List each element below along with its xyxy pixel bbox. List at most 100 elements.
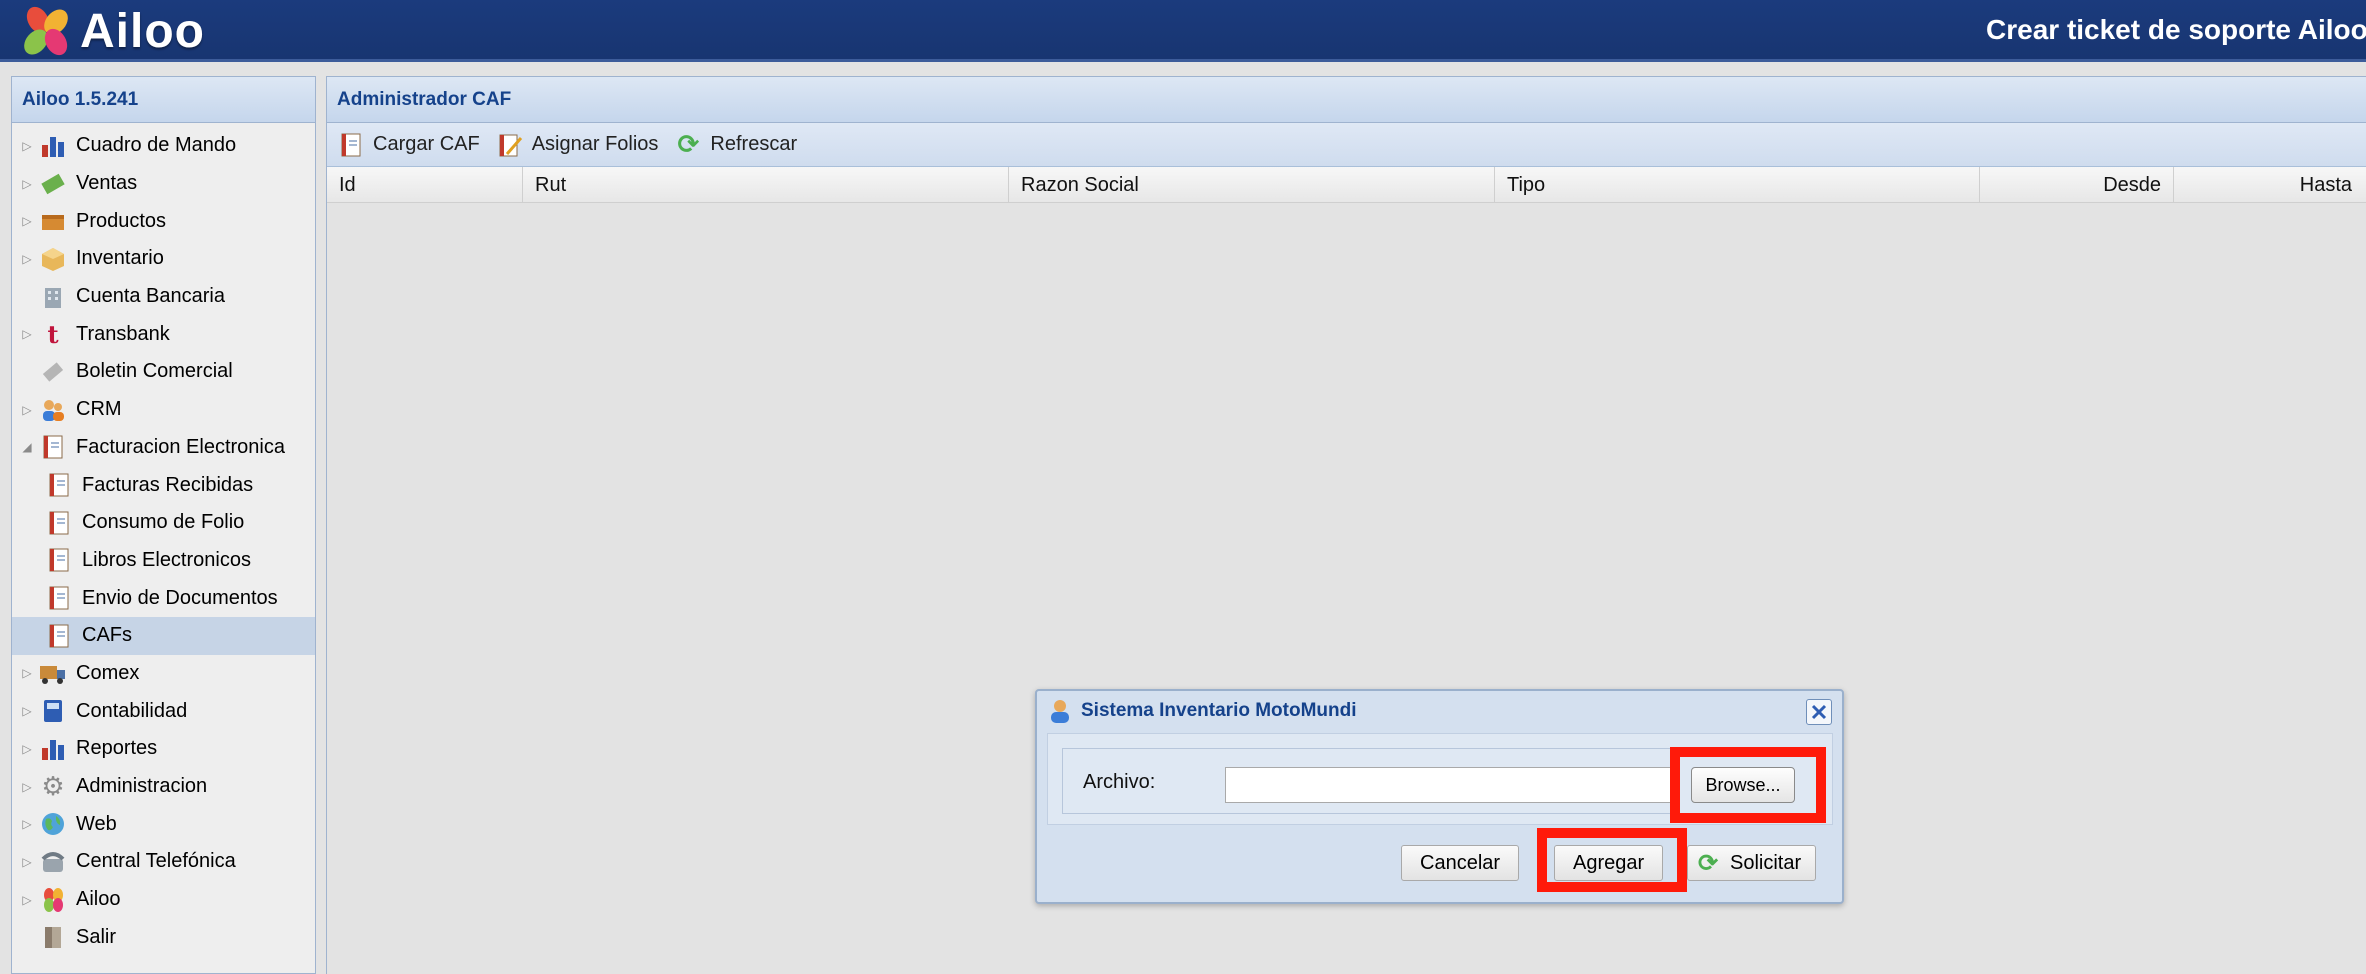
- sidebar-item-envio-de-documentos[interactable]: Envio de Documentos: [12, 579, 315, 617]
- expand-arrow-icon[interactable]: ▷: [16, 855, 38, 869]
- sidebar-item-central-telefonica[interactable]: ▷ Central Telefónica: [12, 843, 315, 881]
- nav-tree: ▷ Cuadro de Mando ▷ Ventas ▷ Productos ▷…: [12, 123, 315, 956]
- chart-icon: [38, 131, 68, 161]
- close-icon[interactable]: [1806, 699, 1832, 725]
- sidebar-item-boletin-comercial[interactable]: Boletin Comercial: [12, 353, 315, 391]
- support-ticket-link[interactable]: Crear ticket de soporte Ailoo: [1986, 14, 2366, 46]
- sidebar-item-contabilidad[interactable]: ▷ Contabilidad: [12, 692, 315, 730]
- expand-arrow-icon[interactable]: ▷: [16, 214, 38, 228]
- gear-icon: ⚙: [41, 771, 65, 802]
- sidebar-item-facturacion-electronica[interactable]: ◢ Facturacion Electronica: [12, 429, 315, 467]
- column-header-razon-social[interactable]: Razon Social: [1009, 167, 1495, 202]
- toolbar: Cargar CAF Asignar Folios ⟳ Refrescar: [327, 123, 2366, 167]
- browse-button[interactable]: Browse...: [1691, 767, 1795, 803]
- expand-arrow-icon[interactable]: ▷: [16, 327, 38, 341]
- sidebar-item-administracion[interactable]: ▷ ⚙ Administracion: [12, 768, 315, 806]
- ticket-icon: [38, 357, 68, 387]
- expand-arrow-icon[interactable]: ▷: [16, 742, 38, 756]
- column-header-rut[interactable]: Rut: [523, 167, 1009, 202]
- expand-arrow-icon[interactable]: ▷: [16, 177, 38, 191]
- brand-title: Ailoo: [80, 5, 205, 58]
- sidebar-item-label: Facturacion Electronica: [76, 435, 285, 458]
- page-title: Administrador CAF: [327, 77, 2366, 123]
- edit-document-icon: [496, 131, 524, 159]
- collapse-arrow-icon[interactable]: ◢: [16, 440, 38, 454]
- sidebar-item-label: Facturas Recibidas: [82, 473, 254, 496]
- sidebar-item-cuenta-bancaria[interactable]: Cuenta Bancaria: [12, 278, 315, 316]
- ailoo-logo-icon: [24, 6, 68, 56]
- expand-arrow-icon[interactable]: ▷: [16, 403, 38, 417]
- dialog-title-bar[interactable]: Sistema Inventario MotoMundi: [1037, 691, 1842, 731]
- refrescar-label: Refrescar: [710, 133, 798, 155]
- expand-arrow-icon[interactable]: ▷: [16, 252, 38, 266]
- ailoo-icon: [38, 885, 68, 915]
- refrescar-button[interactable]: ⟳ Refrescar: [674, 129, 798, 159]
- cancel-button[interactable]: Cancelar: [1401, 845, 1520, 881]
- archivo-label: Archivo:: [1083, 771, 1156, 793]
- document-icon: [44, 545, 74, 575]
- expand-arrow-icon[interactable]: ▷: [16, 704, 38, 718]
- dialog-title: Sistema Inventario MotoMundi: [1081, 700, 1357, 721]
- sidebar-item-inventario[interactable]: ▷ Inventario: [12, 240, 315, 278]
- bank-icon: [38, 282, 68, 312]
- sidebar-item-label: Ventas: [76, 172, 138, 195]
- sidebar-item-facturas-recibidas[interactable]: Facturas Recibidas: [12, 466, 315, 504]
- ledger-icon: [38, 696, 68, 726]
- expand-arrow-icon[interactable]: ▷: [16, 780, 38, 794]
- truck-icon: [38, 658, 68, 688]
- phone-icon: [38, 847, 68, 877]
- cargar-caf-button[interactable]: Cargar CAF: [337, 131, 480, 159]
- expand-arrow-icon[interactable]: ▷: [16, 893, 38, 907]
- sidebar-item-label: Libros Electronicos: [82, 548, 251, 571]
- document-icon: [38, 432, 68, 462]
- sidebar-item-ailoo[interactable]: ▷ Ailoo: [12, 881, 315, 919]
- expand-arrow-icon[interactable]: ▷: [16, 139, 38, 153]
- expand-arrow-icon[interactable]: ▷: [16, 817, 38, 831]
- dialog-body: Archivo: Browse...: [1047, 733, 1833, 825]
- sidebar-item-label: CAFs: [82, 624, 132, 647]
- sidebar-item-label: Consumo de Folio: [82, 511, 245, 534]
- sidebar-item-label: Ailoo: [76, 888, 121, 911]
- add-button[interactable]: Agregar: [1554, 845, 1664, 881]
- sidebar-item-productos[interactable]: ▷ Productos: [12, 202, 315, 240]
- sidebar-item-ventas[interactable]: ▷ Ventas: [12, 165, 315, 203]
- refresh-icon: ⟳: [1697, 849, 1719, 877]
- sidebar-item-crm[interactable]: ▷ CRM: [12, 391, 315, 429]
- chart-icon: [38, 734, 68, 764]
- sidebar-item-label: Central Telefónica: [76, 850, 236, 873]
- sidebar-item-salir[interactable]: Salir: [12, 918, 315, 956]
- column-header-desde[interactable]: Desde: [1980, 167, 2174, 202]
- sidebar-item-label: Inventario: [76, 247, 164, 270]
- sidebar-item-comex[interactable]: ▷ Comex: [12, 655, 315, 693]
- solicitar-button[interactable]: ⟳ Solicitar: [1687, 845, 1817, 881]
- column-header-tipo[interactable]: Tipo: [1495, 167, 1980, 202]
- sidebar-item-reportes[interactable]: ▷ Reportes: [12, 730, 315, 768]
- document-icon: [44, 470, 74, 500]
- sidebar-item-label: Boletin Comercial: [76, 360, 233, 383]
- sidebar-item-label: Web: [76, 812, 117, 835]
- asignar-folios-button[interactable]: Asignar Folios: [496, 131, 659, 159]
- sidebar-item-consumo-de-folio[interactable]: Consumo de Folio: [12, 504, 315, 542]
- sidebar-item-label: Reportes: [76, 737, 158, 760]
- sidebar-item-label: Comex: [76, 661, 140, 684]
- document-icon: [44, 621, 74, 651]
- sidebar-item-label: Cuenta Bancaria: [76, 285, 225, 308]
- document-icon: [44, 583, 74, 613]
- users-icon: [38, 395, 68, 425]
- sidebar-item-cafs[interactable]: CAFs: [12, 616, 315, 655]
- refresh-icon: ⟳: [677, 129, 700, 159]
- expand-arrow-icon[interactable]: ▷: [16, 666, 38, 680]
- exit-icon: [38, 922, 68, 952]
- sidebar-item-transbank[interactable]: ▷ t Transbank: [12, 315, 315, 353]
- cargar-caf-label: Cargar CAF: [373, 133, 480, 155]
- column-header-id[interactable]: Id: [327, 167, 523, 202]
- sidebar-item-cuadro-de-mando[interactable]: ▷ Cuadro de Mando: [12, 127, 315, 165]
- column-header-hasta[interactable]: Hasta: [2174, 167, 2364, 202]
- sidebar-item-web[interactable]: ▷ Web: [12, 805, 315, 843]
- asignar-folios-label: Asignar Folios: [531, 133, 659, 155]
- sidebar-panel: Ailoo 1.5.241 ▷ Cuadro de Mando ▷ Ventas…: [11, 76, 316, 974]
- file-path-input[interactable]: [1225, 767, 1677, 803]
- sidebar-item-libros-electronicos[interactable]: Libros Electronicos: [12, 542, 315, 580]
- document-icon: [44, 508, 74, 538]
- sidebar-item-label: Salir: [76, 925, 117, 948]
